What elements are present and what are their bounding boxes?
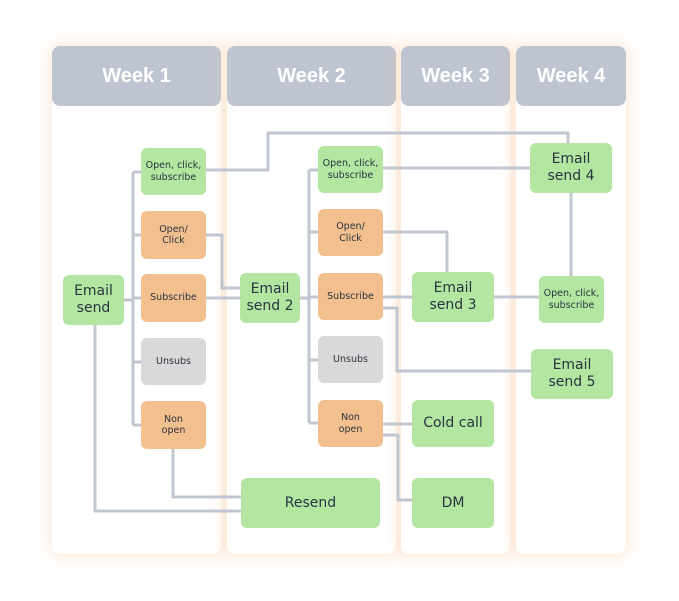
w2-subscribe-node[interactable]: Subscribe <box>318 273 383 320</box>
w2-non-open-node[interactable]: Non open <box>318 400 383 447</box>
w2-open-click-subscribe-node[interactable]: Open, click, subscribe <box>318 146 383 193</box>
connector <box>300 168 318 425</box>
w2-open-click-node[interactable]: Open/ Click <box>318 209 383 256</box>
w1-non-open-node[interactable]: Non open <box>141 401 206 449</box>
connector <box>206 233 240 290</box>
connector <box>383 230 449 272</box>
email-send-node[interactable]: Email send <box>63 275 124 325</box>
connector <box>171 449 241 499</box>
email-send-5-node[interactable]: Email send 5 <box>531 349 613 399</box>
resend-node[interactable]: Resend <box>241 478 380 528</box>
connector <box>206 131 570 172</box>
w2-unsubs-node[interactable]: Unsubs <box>318 336 383 383</box>
w4-open-click-subscribe-node[interactable]: Open, click, subscribe <box>539 276 604 323</box>
connector <box>124 170 141 427</box>
w1-open-click-subscribe-node[interactable]: Open, click, subscribe <box>141 148 206 195</box>
dm-node[interactable]: DM <box>412 478 494 528</box>
w1-subscribe-node[interactable]: Subscribe <box>141 274 206 322</box>
email-send-4-node[interactable]: Email send 4 <box>530 143 612 193</box>
email-send-2-node[interactable]: Email send 2 <box>240 273 300 323</box>
cold-call-node[interactable]: Cold call <box>412 400 494 447</box>
connector <box>383 433 412 502</box>
w1-unsubs-node[interactable]: Unsubs <box>141 338 206 385</box>
w1-open-click-node[interactable]: Open/ Click <box>141 211 206 259</box>
email-send-3-node[interactable]: Email send 3 <box>412 272 494 322</box>
